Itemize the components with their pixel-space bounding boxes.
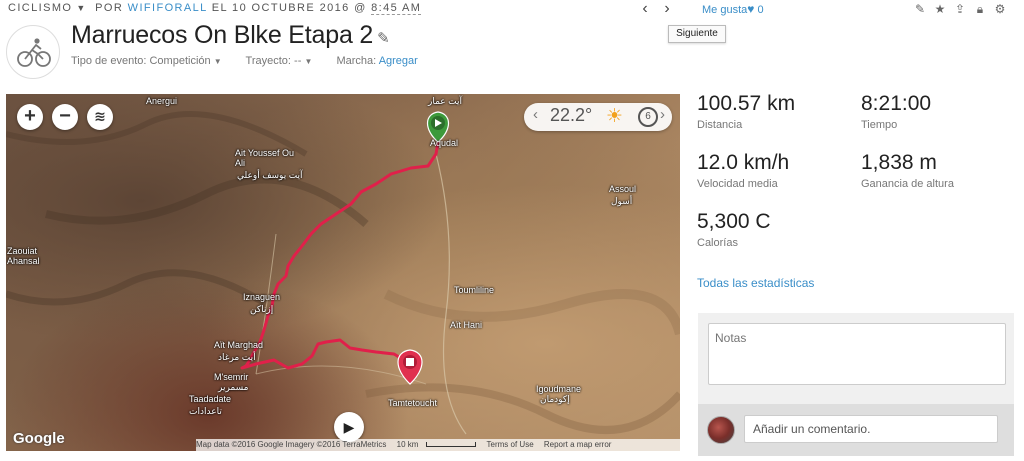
activity-breadcrumb: CICLISMO ▼ POR WIFIFORALL EL 10 OCTUBRE 2…: [8, 2, 422, 15]
event-dropdown-icon[interactable]: ▼: [214, 57, 222, 66]
map-terrain: [6, 111, 680, 435]
weather-badge: 6: [638, 107, 658, 127]
all-stats-link[interactable]: Todas las estadísticas: [697, 276, 814, 290]
route-dropdown-icon[interactable]: ▼: [304, 57, 312, 66]
activity-title[interactable]: Marruecos On Blke Etapa 2: [71, 21, 373, 49]
map-place-label: Aït Hani: [450, 320, 483, 330]
chevron-left-icon[interactable]: ‹: [634, 0, 656, 18]
author-link[interactable]: WIFIFORALL: [128, 2, 208, 14]
weather-widget[interactable]: ‹ 22.2° ☀ 6 ›: [524, 103, 672, 131]
avg-speed-label: Velocidad media: [697, 178, 778, 190]
attribution-text: Map data ©2016 Google Imagery ©2016 Terr…: [196, 440, 387, 449]
cycling-icon: [6, 25, 60, 79]
play-button[interactable]: ▶: [334, 412, 364, 442]
map-place-label: آيت يوسف أوعلي: [237, 170, 303, 180]
gear-icon[interactable]: ⚙: [990, 2, 1010, 16]
activity-tools: ✎ ★ ⇪ 🔒︎ ⚙: [910, 2, 1010, 17]
map-attribution: Map data ©2016 Google Imagery ©2016 Terr…: [196, 439, 680, 451]
like-button[interactable]: Me gusta♥ 0: [702, 2, 764, 16]
map-place-label: تاعدادات: [189, 406, 222, 416]
activity-nav: ‹ ›: [634, 0, 678, 18]
map-place-label: Zaouiat Ahansal: [7, 246, 40, 266]
avatar: [707, 416, 735, 444]
star-icon[interactable]: ★: [930, 2, 950, 16]
next-tooltip: Siguiente: [668, 25, 726, 43]
chevron-right-icon[interactable]: ›: [656, 0, 678, 18]
time-label: Tiempo: [861, 119, 898, 131]
activity-time[interactable]: 8:45 AM: [371, 2, 422, 15]
sun-icon: ☀: [606, 106, 624, 127]
by-label: POR: [95, 2, 124, 14]
edit-title-icon[interactable]: ✎: [377, 30, 390, 47]
like-label[interactable]: Me gusta: [702, 4, 747, 16]
map-place-label: أيت مرغاد: [218, 352, 256, 362]
like-count[interactable]: 0: [757, 4, 763, 16]
march-label: Marcha:: [336, 55, 377, 67]
zoom-out-button[interactable]: −: [52, 104, 78, 130]
add-march-link[interactable]: Agregar: [379, 55, 418, 67]
map-place-label: أسول: [611, 196, 633, 206]
zoom-in-button[interactable]: +: [17, 104, 43, 130]
activity-map[interactable]: + − ≋ ‹ 22.2° ☀ 6 › Anergui آيت عمار Aqu…: [6, 94, 680, 451]
notes-panel: [698, 313, 1014, 404]
comment-panel: [698, 404, 1014, 456]
map-place-label: Toumliline: [454, 285, 495, 295]
map-place-label: Igoudmane: [536, 384, 582, 394]
activity-meta: Tipo de evento: Competición ▼ Trayecto: …: [71, 55, 418, 67]
caret-down-icon[interactable]: ▼: [76, 3, 86, 13]
scale-label: 10 km: [396, 440, 419, 449]
map-place-label: M'semrir: [214, 372, 249, 382]
elevation-label: Ganancia de altura: [861, 178, 954, 190]
pencil-icon[interactable]: ✎: [910, 2, 930, 16]
calories-label: Calorías: [697, 237, 738, 249]
terms-link[interactable]: Terms of Use: [487, 440, 534, 449]
chevron-left-icon[interactable]: ‹: [533, 106, 538, 123]
report-link[interactable]: Report a map error: [544, 440, 612, 449]
event-type-value[interactable]: Competición: [149, 55, 210, 67]
event-type-label: Tipo de evento:: [71, 55, 147, 67]
lock-icon[interactable]: 🔒︎: [970, 2, 990, 17]
chevron-right-icon[interactable]: ›: [660, 106, 665, 123]
calories-value: 5,300 C: [697, 210, 771, 233]
google-logo: Google: [13, 430, 65, 447]
activity-date: EL 10 OCTUBRE 2016 @: [211, 2, 367, 14]
distance-label: Distancia: [697, 119, 743, 131]
avg-speed-value: 12.0 km/h: [697, 151, 790, 174]
route-value[interactable]: --: [294, 55, 301, 67]
heart-icon[interactable]: ♥: [747, 2, 754, 16]
page-title: Marruecos On Blke Etapa 2 ✎: [71, 21, 390, 50]
map-place-label: آيت عمار: [428, 96, 463, 106]
activity-type[interactable]: CICLISMO: [8, 2, 72, 14]
end-marker[interactable]: [397, 349, 423, 385]
temperature: 22.2°: [550, 105, 593, 125]
map-place-label: Tamtetoucht: [388, 398, 438, 408]
route-label: Trayecto:: [245, 55, 291, 67]
map-place-label: Assoul: [609, 184, 637, 194]
map-place-label: Taadadate: [189, 394, 232, 404]
map-place-label: إكودمان: [540, 394, 570, 404]
map-place-label: Aït Marghad: [214, 340, 264, 350]
comment-input[interactable]: [744, 415, 998, 443]
map-place-label: Aqudal: [430, 138, 459, 148]
time-value: 8:21:00: [861, 92, 932, 115]
map-place-label: مسمرير: [218, 382, 249, 392]
share-icon[interactable]: ⇪: [950, 2, 970, 16]
map-place-label: Anergui: [146, 96, 178, 106]
map-place-label: Ait Youssef Ou Ali: [235, 148, 295, 168]
notes-field[interactable]: [708, 323, 1006, 385]
layers-icon[interactable]: ≋: [87, 104, 113, 130]
distance-value: 100.57 km: [697, 92, 796, 115]
map-place-label: إزناكن: [250, 304, 274, 314]
scale-bar: [426, 442, 477, 448]
map-place-label: Iznaguen: [243, 292, 281, 302]
elevation-value: 1,838 m: [861, 151, 937, 174]
